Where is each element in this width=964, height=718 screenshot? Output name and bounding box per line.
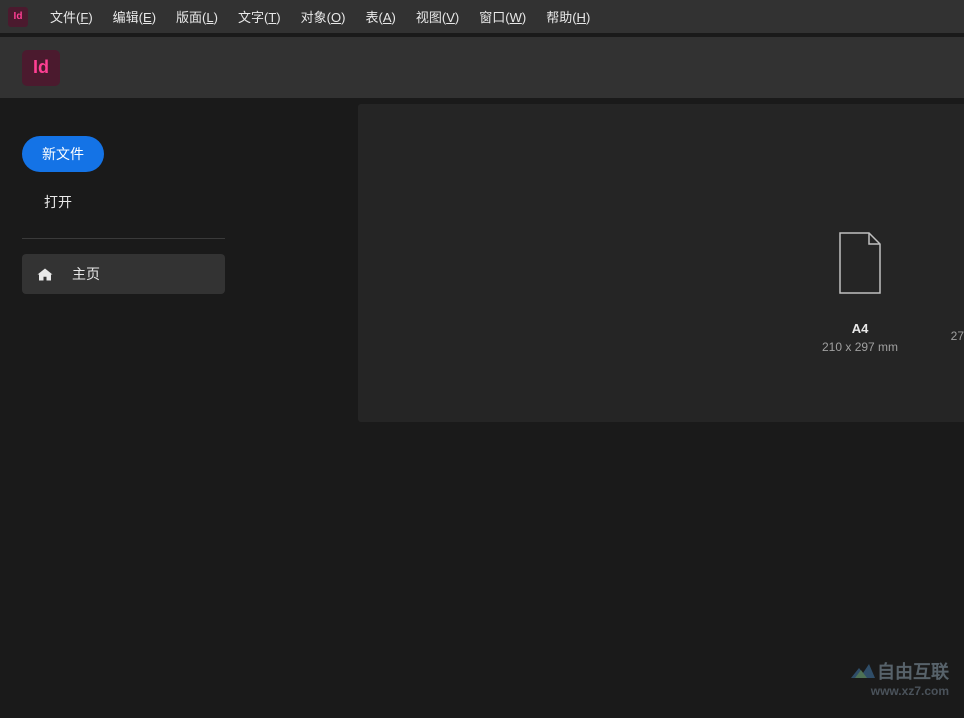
app-icon-text: Id — [14, 11, 23, 22]
open-button[interactable]: 打开 — [22, 184, 94, 220]
menu-window[interactable]: 窗口(W) — [469, 1, 536, 32]
partial-next-preset: 27 — [951, 329, 964, 343]
menu-help[interactable]: 帮助(H) — [536, 1, 600, 32]
app-icon-large: Id — [22, 50, 60, 86]
menu-layout[interactable]: 版面(L) — [166, 1, 228, 32]
watermark-brand: 自由互联 — [849, 658, 949, 684]
main-panel: A4 210 x 297 mm 27 — [245, 101, 964, 718]
new-file-button[interactable]: 新文件 — [22, 136, 104, 172]
preset-area: A4 210 x 297 mm 27 — [358, 104, 964, 422]
sidebar-divider — [22, 238, 225, 239]
menu-object[interactable]: 对象(O) — [291, 1, 356, 32]
preset-title: A4 — [822, 321, 898, 336]
app-icon-small: Id — [8, 7, 28, 27]
watermark-icon — [849, 660, 877, 682]
app-icon-large-text: Id — [33, 57, 49, 78]
menu-table[interactable]: 表(A) — [355, 1, 405, 32]
menu-view[interactable]: 视图(V) — [406, 1, 469, 32]
sidebar: 新文件 打开 主页 — [0, 101, 245, 718]
preset-size: 210 x 297 mm — [822, 340, 898, 354]
menu-type[interactable]: 文字(T) — [228, 1, 291, 32]
watermark: 自由互联 www.xz7.com — [849, 658, 949, 698]
menu-edit[interactable]: 编辑(E) — [103, 1, 166, 32]
header: Id — [0, 33, 964, 98]
document-icon — [839, 232, 881, 294]
home-icon — [36, 267, 54, 282]
preset-a4[interactable]: A4 210 x 297 mm — [822, 232, 898, 422]
menu-file[interactable]: 文件(F) — [40, 1, 103, 32]
sidebar-item-home[interactable]: 主页 — [22, 254, 225, 294]
home-label: 主页 — [72, 264, 100, 284]
watermark-url: www.xz7.com — [849, 684, 949, 698]
menubar: Id 文件(F) 编辑(E) 版面(L) 文字(T) 对象(O) 表(A) 视图… — [0, 0, 964, 33]
content-wrapper: 新文件 打开 主页 A4 210 x 297 mm 27 — [0, 98, 964, 718]
